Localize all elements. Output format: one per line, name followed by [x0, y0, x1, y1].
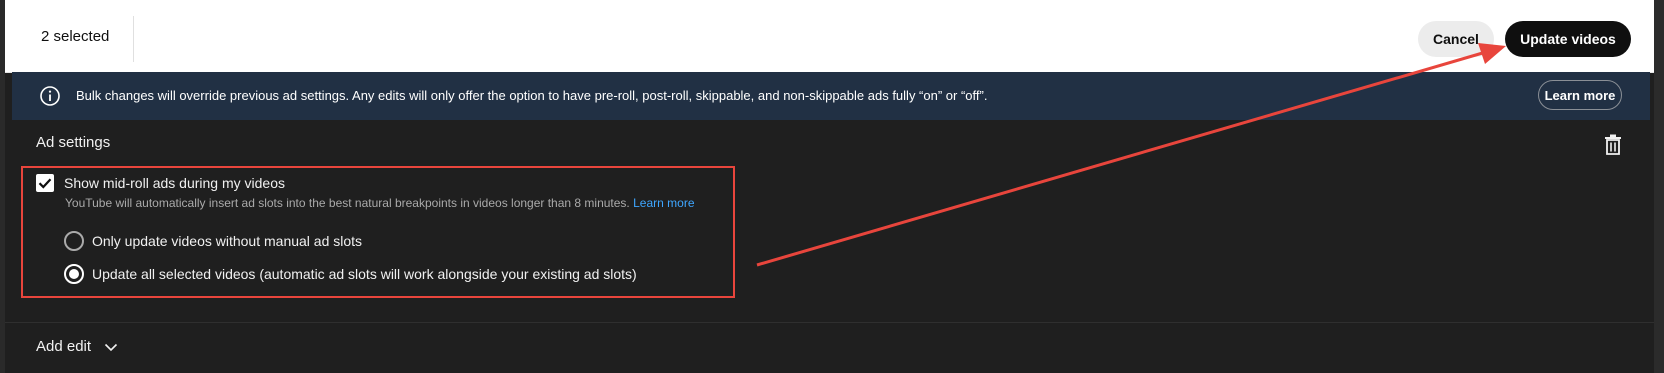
ad-settings-title: Ad settings [36, 134, 111, 151]
chevron-down-icon [104, 343, 118, 351]
add-edit-label: Add edit [36, 338, 92, 355]
info-icon [40, 86, 60, 106]
cancel-button[interactable]: Cancel [1418, 21, 1494, 57]
radio-only-without-manual-label: Only update videos without manual ad slo… [92, 233, 363, 249]
midroll-checkbox[interactable] [36, 174, 54, 192]
info-banner: Bulk changes will override previous ad s… [12, 72, 1650, 120]
radio-update-all-selected[interactable] [64, 264, 84, 284]
midroll-learn-more-link[interactable]: Learn more [633, 196, 694, 210]
update-videos-button[interactable]: Update videos [1505, 21, 1631, 57]
section-divider [5, 322, 1654, 323]
toolbar-divider [133, 16, 134, 62]
add-edit-button[interactable]: Add edit [36, 338, 119, 355]
radio-only-without-manual[interactable] [64, 231, 84, 251]
radio-update-all-selected-label: Update all selected videos (automatic ad… [92, 266, 637, 282]
banner-message: Bulk changes will override previous ad s… [76, 88, 988, 103]
learn-more-button[interactable]: Learn more [1538, 80, 1622, 110]
midroll-description: YouTube will automatically insert ad slo… [65, 196, 695, 210]
selected-count: 2 selected [41, 28, 110, 45]
selection-toolbar: 2 selected Cancel Update videos [5, 0, 1654, 73]
midroll-label: Show mid-roll ads during my videos [64, 175, 285, 191]
trash-icon[interactable] [1603, 134, 1623, 156]
checkmark-icon [38, 178, 52, 189]
scrollbar-track[interactable] [1654, 0, 1664, 373]
midroll-description-text: YouTube will automatically insert ad slo… [65, 196, 630, 210]
